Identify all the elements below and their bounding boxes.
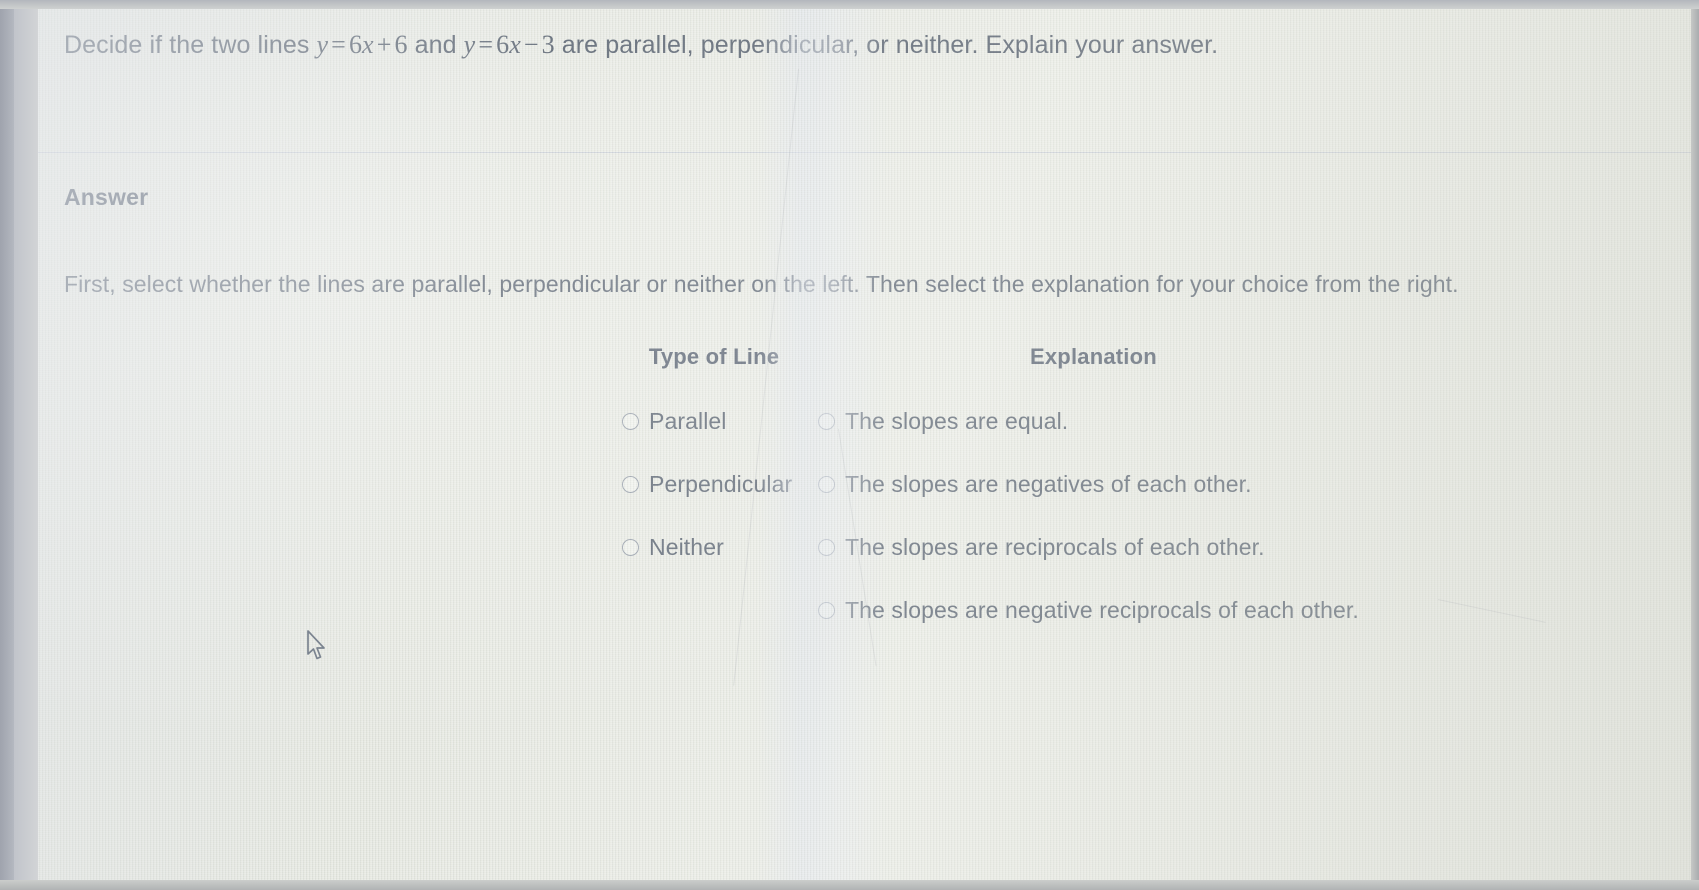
radio-circle-icon[interactable] [622, 538, 639, 556]
radio-option-slopes-equal[interactable]: The slopes are equal. [818, 406, 1518, 436]
eq2-lhs: y [463, 30, 476, 59]
explanation-header: Explanation [1030, 344, 1157, 369]
eq2-variable: x [509, 30, 521, 59]
radio-option-perpendicular[interactable]: Perpendicular [622, 469, 834, 499]
radio-option-parallel[interactable]: Parallel [622, 406, 834, 436]
radio-circle-icon[interactable] [818, 412, 835, 430]
mouse-pointer-icon [307, 630, 325, 660]
radio-circle-icon[interactable] [818, 601, 835, 619]
radio-label-slopes-reciprocals: The slopes are reciprocals of each other… [845, 533, 1265, 560]
eq1-equals: = [331, 30, 346, 59]
photo-bezel-left-edge [0, 0, 14, 890]
eq1-lhs: y [316, 30, 329, 59]
photographed-screen: Decide if the two lines y = 6x +6 and y = 6x −… [0, 0, 1699, 890]
radio-circle-icon[interactable] [622, 412, 639, 430]
radio-label-neither: Neither [649, 533, 724, 560]
radio-option-slopes-negative-reciprocals[interactable]: The slopes are negative reciprocals of e… [818, 595, 1518, 625]
photo-bezel-top [0, 0, 1699, 9]
type-of-line-column: Type of Line Parallel Perpendicular Neit… [594, 344, 834, 595]
radio-label-perpendicular: Perpendicular [649, 470, 793, 497]
radio-option-neither[interactable]: Neither [622, 532, 834, 562]
section-divider [38, 152, 1691, 153]
question-suffix: are parallel, perpendicular, or neither.… [554, 31, 1219, 59]
radio-label-slopes-negatives: The slopes are negatives of each other. [845, 470, 1252, 497]
eq1-variable: x [362, 30, 374, 59]
radio-circle-icon[interactable] [818, 538, 835, 556]
radio-option-slopes-negatives[interactable]: The slopes are negatives of each other. [818, 469, 1518, 499]
radio-circle-icon[interactable] [622, 475, 639, 493]
question-middle: and [407, 31, 464, 59]
answer-heading: Answer [64, 184, 149, 210]
eq1-operator: + [376, 30, 392, 59]
photo-bezel-right [1691, 0, 1699, 890]
eq2-equals: = [478, 30, 494, 59]
radio-label-slopes-equal: The slopes are equal. [845, 407, 1069, 434]
radio-option-slopes-reciprocals[interactable]: The slopes are reciprocals of each other… [818, 532, 1518, 562]
eq1-coefficient: 6 [348, 30, 363, 59]
radio-label-slopes-negative-reciprocals: The slopes are negative reciprocals of e… [845, 596, 1359, 623]
type-of-line-options: Parallel Perpendicular Neither [594, 406, 834, 562]
eq2-coefficient: 6 [496, 30, 510, 59]
radio-circle-icon[interactable] [818, 475, 835, 493]
eq1-constant: 6 [394, 30, 408, 59]
page-viewport: Decide if the two lines y = 6x +6 and y = 6x −… [38, 9, 1691, 880]
question-prefix: Decide if the two lines [64, 31, 317, 59]
explanation-column: Explanation The slopes are equal. The sl… [818, 344, 1518, 658]
type-of-line-header: Type of Line [648, 344, 780, 369]
instruction-text: First, select whether the lines are para… [64, 271, 1459, 297]
eq2-operator: − [523, 30, 539, 59]
question-block: Decide if the two lines y = 6x +6 and y = 6x −… [64, 27, 1654, 63]
photo-bezel-bottom [0, 880, 1699, 890]
question-text: Decide if the two lines y = 6x +6 and y = 6x −… [64, 27, 1654, 63]
radio-label-parallel: Parallel [649, 407, 727, 434]
explanation-options: The slopes are equal. The slopes are neg… [818, 406, 1518, 625]
eq2-constant: 3 [541, 30, 555, 59]
